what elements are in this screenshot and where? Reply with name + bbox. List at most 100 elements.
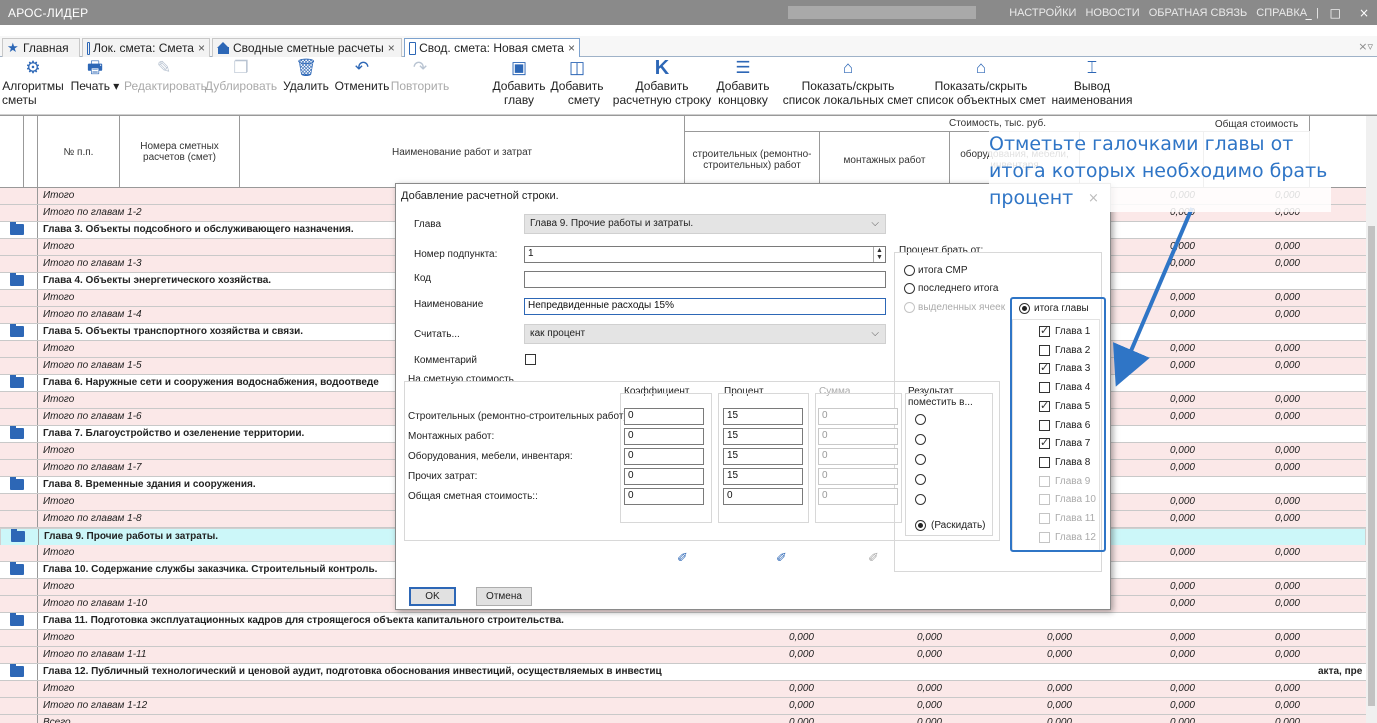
ok-button[interactable]: OK: [409, 587, 456, 606]
folder-icon[interactable]: [10, 324, 24, 337]
toggle-object-list-button[interactable]: ⌂ Показать/скрыть список объектных смет: [914, 57, 1048, 115]
button-label: Отменить: [334, 79, 390, 93]
result-radio[interactable]: [915, 454, 926, 465]
result-radio[interactable]: [915, 414, 926, 425]
scrollbar-thumb[interactable]: [1368, 226, 1375, 706]
menu-help[interactable]: СПРАВКА: [1256, 7, 1307, 19]
coef-input[interactable]: 0: [624, 448, 704, 465]
row-gutter: [0, 409, 38, 425]
maximize-button[interactable]: □: [1330, 6, 1341, 20]
selected-cells-radio[interactable]: [904, 302, 915, 313]
total-row[interactable]: Итого по главам 1-12 0,000 0,000 0,000 0,000…: [0, 698, 1366, 715]
chapter-select[interactable]: Глава 9. Прочие работы и затраты. ⌵: [524, 214, 886, 234]
redo-button[interactable]: ↷ Повторить: [390, 57, 450, 115]
coef-input[interactable]: 0: [624, 468, 704, 485]
undo-button[interactable]: ↶ Отменить: [334, 57, 390, 115]
spinner-icon[interactable]: ▲ ▼: [873, 247, 885, 262]
folder-icon[interactable]: [10, 375, 24, 388]
row-gutter: [0, 562, 38, 578]
folder-icon[interactable]: [10, 273, 24, 286]
show-name-button[interactable]: ⌶ Вывод наименования: [1048, 57, 1136, 115]
annotation-text: Отметьте галочками главы от итога которы…: [989, 133, 1328, 209]
tab-new-estimate[interactable]: Свод. смета: Новая смета ×: [404, 38, 580, 57]
add-ending-button[interactable]: ☰ Добавить концовку: [714, 57, 772, 115]
eraser-pct-icon[interactable]: ✐: [772, 550, 791, 565]
pct-input[interactable]: 15: [723, 428, 803, 445]
text-cursor-icon: ⌶: [1086, 58, 1098, 77]
tab-close-icon[interactable]: ×: [388, 41, 395, 55]
sum-input[interactable]: 0: [818, 468, 898, 485]
total-row[interactable]: Итого 0,000 0,000 0,000 0,000 0,000: [0, 630, 1366, 647]
sum-input[interactable]: 0: [818, 448, 898, 465]
count-label: Считать...: [414, 329, 460, 340]
annotation-close-icon[interactable]: ×: [1088, 185, 1099, 212]
tab-local-estimate[interactable]: Лок. смета: Смета ×: [82, 38, 210, 57]
pct-input[interactable]: 0: [723, 488, 803, 505]
add-chapter-button[interactable]: ▣ Добавить главу: [490, 57, 548, 115]
add-calc-row-button[interactable]: K Добавить расчетную строку: [610, 57, 714, 115]
menu-settings[interactable]: НАСТРОЙКИ: [1009, 7, 1076, 19]
cancel-button[interactable]: Отмена: [476, 587, 532, 606]
menu-news[interactable]: НОВОСТИ: [1085, 7, 1139, 19]
name-input[interactable]: Непредвиденные расходы 15%: [524, 298, 886, 315]
chapters-highlight-frame: [1010, 297, 1106, 552]
folder-icon[interactable]: [10, 562, 24, 575]
print-button[interactable]: 🖶 Печать ▾: [66, 57, 124, 115]
tab-close-icon[interactable]: ×: [568, 41, 575, 55]
folder-icon[interactable]: [10, 664, 24, 677]
comment-checkbox[interactable]: [525, 354, 536, 365]
sum-input[interactable]: 0: [818, 428, 898, 445]
folder-icon[interactable]: [10, 222, 24, 235]
pct-input[interactable]: 15: [723, 448, 803, 465]
delete-button[interactable]: 🗑 Удалить: [278, 57, 334, 115]
algorithms-button[interactable]: ⚙ Алгоритмы сметы: [0, 57, 66, 115]
sum-input[interactable]: 0: [818, 408, 898, 425]
vertical-scrollbar[interactable]: [1366, 116, 1377, 723]
button-label: Алгоритмы: [2, 79, 64, 93]
count-select[interactable]: как процент ⌵: [524, 324, 886, 344]
folder-icon[interactable]: [10, 613, 24, 626]
total-row[interactable]: Итого 0,000 0,000 0,000 0,000 0,000: [0, 681, 1366, 698]
row-gutter: [0, 698, 38, 714]
add-estimate-button[interactable]: ◫ Добавить смету: [548, 57, 606, 115]
result-radio[interactable]: [915, 434, 926, 445]
coef-input[interactable]: 0: [624, 428, 704, 445]
tab-close-icon[interactable]: ×: [198, 41, 205, 55]
folder-icon[interactable]: [11, 529, 25, 542]
eraser-sum-icon[interactable]: ✐: [864, 550, 883, 565]
eraser-coef-icon[interactable]: ✐: [673, 550, 692, 565]
toggle-local-list-button[interactable]: ⌂ Показать/скрыть список локальных смет: [780, 57, 916, 115]
folder-icon[interactable]: [10, 477, 24, 490]
button-label: сметы: [2, 93, 37, 107]
last-total-radio[interactable]: [904, 283, 915, 294]
duplicate-button[interactable]: ❐ Дублировать: [204, 57, 278, 115]
chapter-row[interactable]: Глава 12. Публичный технологический и це…: [0, 664, 1366, 681]
tabbar-controls[interactable]: ×▿: [1358, 40, 1373, 53]
pct-input[interactable]: 15: [723, 408, 803, 425]
code-input[interactable]: [524, 271, 886, 288]
subitem-input[interactable]: 1 ▲ ▼: [524, 246, 886, 263]
row-value: 0,000: [916, 717, 942, 723]
total-row[interactable]: Итого по главам 1-11 0,000 0,000 0,000 0,000…: [0, 647, 1366, 664]
row-value: 0,000: [1274, 513, 1300, 524]
result-radio[interactable]: [915, 494, 926, 505]
coef-input[interactable]: 0: [624, 408, 704, 425]
tab-summary-estimates[interactable]: Сводные сметные расчеты ×: [212, 38, 402, 57]
total-row[interactable]: Всего 0,000 0,000 0,000 0,000 0,000: [0, 715, 1366, 723]
folder-icon[interactable]: [10, 426, 24, 439]
pct-input[interactable]: 15: [723, 468, 803, 485]
sum-input[interactable]: 0: [818, 488, 898, 505]
minimize-button[interactable]: _: [1306, 6, 1312, 20]
edit-button[interactable]: ✎ Редактировать: [124, 57, 207, 115]
close-window-button[interactable]: ×: [1359, 6, 1369, 20]
tab-home[interactable]: Главная: [2, 38, 80, 57]
row-name: Итого по главам 1-6: [43, 411, 142, 422]
smr-radio[interactable]: [904, 265, 915, 276]
pencil-icon: ✎: [156, 58, 172, 77]
result-radio[interactable]: [915, 474, 926, 485]
menu-feedback[interactable]: ОБРАТНАЯ СВЯЗЬ: [1149, 7, 1248, 19]
row-gutter: [0, 681, 38, 697]
coef-input[interactable]: 0: [624, 488, 704, 505]
chapter-row[interactable]: Глава 11. Подготовка эксплуатационных ка…: [0, 613, 1366, 630]
code-label: Код: [414, 273, 432, 284]
